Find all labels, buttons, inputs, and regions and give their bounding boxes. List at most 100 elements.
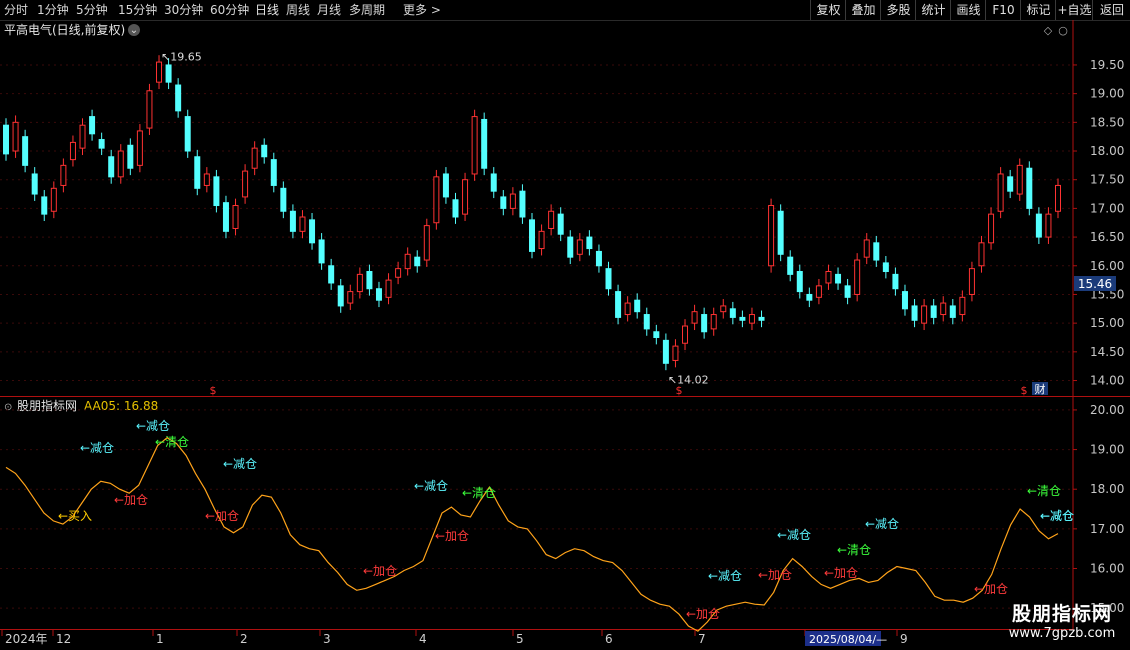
candle-body [232, 205, 239, 229]
candle-body [892, 273, 899, 290]
candle-body [194, 156, 201, 189]
signal-label-16: ←清仓 [837, 543, 871, 557]
candle-body [854, 259, 861, 295]
price-axis-label-4: 17.50 [1090, 173, 1124, 187]
candle-body [136, 130, 143, 166]
candle-body [701, 314, 708, 333]
candle-body [69, 141, 76, 161]
candle-body [270, 159, 277, 186]
candle-body [462, 179, 469, 215]
dividend-marker-1: $ [676, 384, 683, 397]
candle-body [921, 305, 928, 324]
candle-body [605, 268, 612, 290]
candle-body [213, 176, 220, 207]
candle-body [815, 285, 822, 298]
candle-body [289, 210, 296, 232]
candle-body [203, 173, 210, 186]
candle-body [242, 170, 249, 198]
candle-body [615, 291, 622, 318]
candle-body [863, 239, 870, 258]
candle-body [529, 219, 535, 252]
candle-body [940, 302, 947, 316]
candle-body [835, 273, 842, 284]
signal-label-19: ←加仓 [974, 582, 1008, 596]
chevron-down-icon: ⌄ [130, 25, 138, 36]
candle-body [509, 193, 516, 209]
price-axis-label-9: 15.00 [1090, 316, 1124, 330]
candle-body [806, 293, 813, 301]
candle-body [586, 236, 593, 250]
candle-body [98, 139, 105, 149]
dividend-marker-0: $ [210, 384, 217, 397]
candle-body [1007, 176, 1014, 192]
candle-body [146, 90, 153, 129]
candle-body [901, 291, 908, 310]
signal-label-5: ←减仓 [223, 457, 257, 471]
candle-body [375, 288, 382, 301]
signal-label-20: ←减仓 [1040, 509, 1074, 523]
candle-body [471, 116, 478, 175]
signal-label-4: ←买入 [58, 509, 92, 523]
candle-body [22, 136, 29, 166]
watermark-logo: 股朋指标网 www.7gpzb.com [1002, 602, 1122, 648]
candle-body [299, 216, 306, 232]
signal-label-0: ←减仓 [80, 441, 114, 455]
candle-body [624, 302, 631, 316]
signal-label-17: ←加仓 [824, 566, 858, 580]
signal-label-7: ←减仓 [414, 479, 448, 493]
candle-body [184, 116, 191, 152]
candle-body [634, 299, 641, 313]
candle-body [1035, 213, 1042, 238]
finance-badge-label: 财 [1035, 382, 1046, 396]
price-axis-label-1: 19.00 [1090, 87, 1124, 101]
candle-body [548, 210, 555, 229]
candle-body [500, 196, 507, 209]
candle-body [968, 268, 975, 295]
candle-body [3, 124, 9, 155]
signal-label-15: ←减仓 [865, 517, 899, 531]
candle-body [50, 187, 57, 212]
signal-label-21: ←清仓 [1027, 484, 1061, 498]
candle-body [261, 144, 268, 158]
candle-body [519, 190, 526, 218]
time-axis-label-5: 4 [419, 632, 427, 646]
candle-body [108, 156, 115, 178]
signal-label-11: ←减仓 [777, 528, 811, 542]
candle-body [1055, 184, 1061, 212]
candle-body [988, 213, 995, 244]
indicator-line [5, 436, 1059, 632]
price-axis-label-6: 16.50 [1090, 230, 1124, 244]
time-axis-label-2: 1 [156, 632, 164, 646]
candle-body [595, 250, 602, 267]
time-axis-label-1: 12 [56, 632, 71, 646]
candle-body [643, 314, 650, 330]
indicator-title: 股朋指标网 [17, 398, 77, 413]
time-axis-label-7: 6 [605, 632, 613, 646]
candle-body [165, 64, 172, 83]
candle-body [60, 164, 67, 186]
candle-body [739, 316, 746, 321]
settings-circle-icon: ○ [1058, 24, 1068, 37]
price-axis-label-11: 14.00 [1090, 374, 1124, 388]
candle-body [729, 308, 736, 318]
indicator-axis-label-2: 18.00 [1090, 482, 1124, 496]
candle-body [366, 271, 373, 290]
candle-body [1016, 164, 1023, 195]
main-panel-title: 平高电气(日线,前复权) [4, 22, 125, 37]
candle-body [414, 256, 421, 267]
candle-body [222, 202, 229, 232]
candle-body [318, 239, 325, 264]
candle-body [720, 305, 727, 313]
price-axis-label-10: 14.50 [1090, 345, 1124, 359]
candle-body [79, 124, 86, 149]
candle-body [873, 242, 880, 261]
watermark-url: www.7gpzb.com [1008, 626, 1116, 641]
candle-body [844, 285, 851, 298]
price-axis-label-2: 18.50 [1090, 115, 1124, 129]
indicator-value: AA05: 16.88 [84, 399, 158, 413]
candle-body [41, 196, 48, 215]
candle-body [423, 225, 430, 261]
candle-body [662, 339, 669, 364]
candle-body [395, 268, 402, 278]
signal-label-1: ←减仓 [136, 419, 170, 433]
